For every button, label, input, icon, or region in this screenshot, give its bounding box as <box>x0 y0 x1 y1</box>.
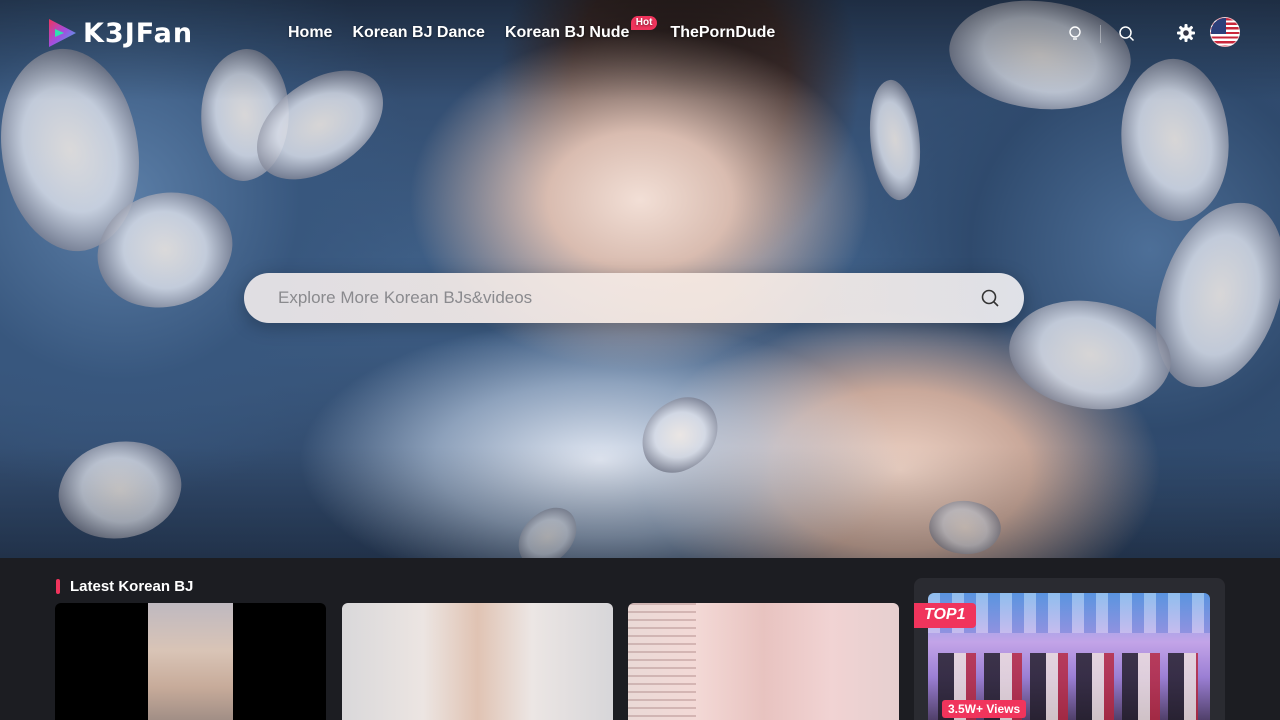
hot-badge: Hot <box>630 16 658 30</box>
search-submit-icon[interactable] <box>980 288 1000 308</box>
section-title: Latest Korean BJ <box>70 578 194 595</box>
rank-badge: TOP1 <box>914 603 976 628</box>
nav-korean-bj-dance[interactable]: Korean BJ Dance <box>352 24 485 42</box>
site-logo[interactable]: K3JFan <box>45 16 193 50</box>
gear-icon[interactable] <box>1175 22 1197 44</box>
search-bar <box>244 273 1024 323</box>
section-header: Latest Korean BJ <box>56 578 193 595</box>
nav-theporndude[interactable]: ThePornDude <box>670 24 775 42</box>
video-card[interactable] <box>55 603 326 720</box>
logo-text: K3JFan <box>83 17 194 49</box>
bulb-icon[interactable] <box>1064 22 1086 44</box>
video-card[interactable] <box>628 603 899 720</box>
play-logo-icon <box>49 19 76 47</box>
nav-korean-bj-nude-label: Korean BJ Nude <box>504 24 630 41</box>
site-header: K3JFan Home Korean BJ Dance Korean BJ Nu… <box>0 0 1280 68</box>
nav-home[interactable]: Home <box>288 24 332 42</box>
video-card[interactable] <box>342 603 613 720</box>
section-accent-bar <box>56 579 60 594</box>
main-nav: Home Korean BJ Dance Korean BJ Nude Hot … <box>288 16 775 42</box>
us-flag-icon[interactable] <box>1210 17 1240 47</box>
video-thumbnail <box>148 603 233 720</box>
video-thumbnail <box>628 603 696 720</box>
search-input[interactable] <box>244 273 1024 323</box>
nav-korean-bj-nude[interactable]: Korean BJ Nude Hot <box>504 16 658 42</box>
header-divider <box>1100 25 1101 43</box>
views-badge: 3.5W+ Views <box>942 700 1027 718</box>
search-icon[interactable] <box>1115 22 1137 44</box>
